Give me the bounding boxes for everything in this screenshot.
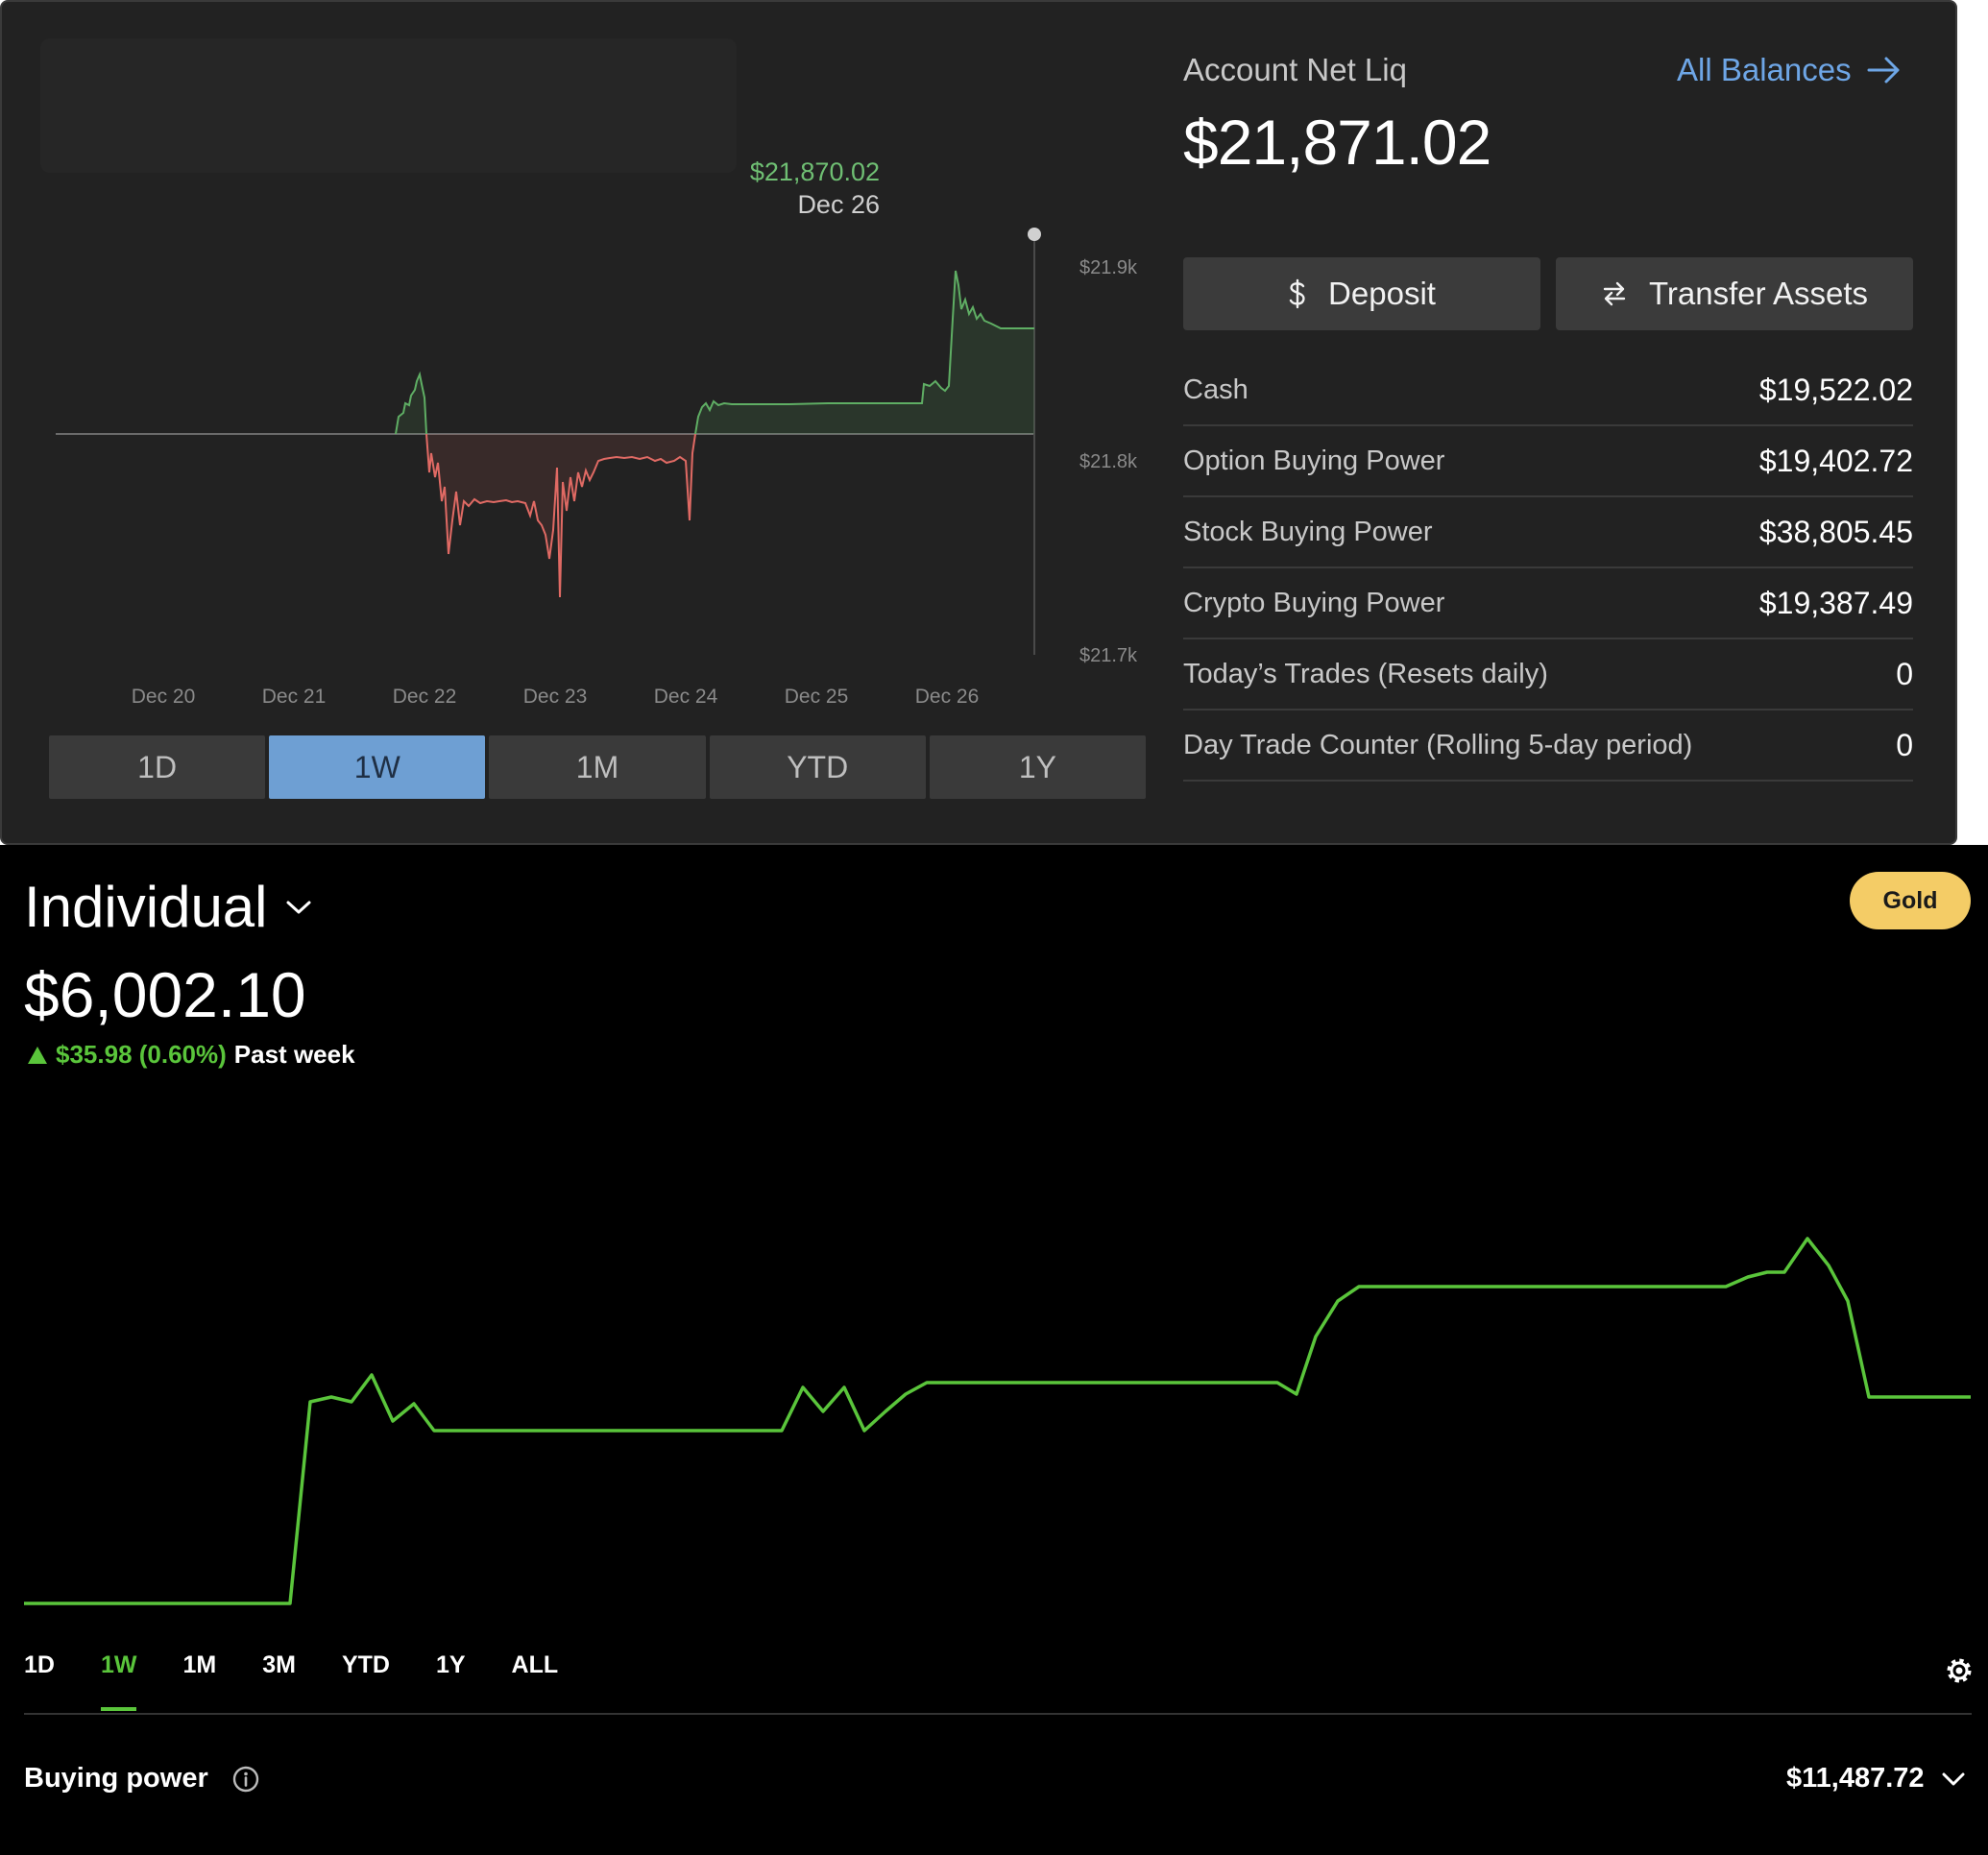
balance-row-option-buying-power: Option Buying Power $19,402.72 [1183,426,1913,497]
range-button-1m[interactable]: 1M [182,1651,216,1699]
range-selector: 1D 1W 1M YTD 1Y [49,735,1147,799]
gear-icon[interactable] [1943,1654,1976,1687]
balance-row-stock-buying-power: Stock Buying Power $38,805.45 [1183,497,1913,568]
account-net-liq-value: $21,871.02 [1183,107,1491,178]
triangle-up-icon [28,1046,47,1064]
divider [24,1713,1972,1715]
dollar-icon [1289,278,1305,309]
chevron-down-icon [1942,1772,1965,1785]
balance-label: Cash [1183,373,1249,405]
x-tick-label: Dec 26 [914,686,980,708]
chart-hover-date: Dec 26 [797,190,880,219]
range-button-ytd[interactable]: YTD [342,1651,390,1699]
range-button-ytd[interactable]: YTD [709,735,926,799]
transfer-assets-label: Transfer Assets [1648,276,1869,311]
y-tick-label: $21.9k [1079,257,1138,278]
all-balances-link[interactable]: All Balances [1677,52,1902,88]
range-button-all[interactable]: ALL [512,1651,559,1699]
portfolio-change: $35.98 (0.60%) Past week [27,1040,355,1070]
robinhood-panel: Individual $6,002.10 $35.98 (0.60%) Past… [0,845,1988,1855]
buying-power-dropdown[interactable]: $11,487.72 [1786,1763,1965,1795]
balance-row-cash: Cash $19,522.02 [1183,355,1913,426]
balance-value: 0 [1896,727,1913,762]
change-amount: $35.98 (0.60%) [56,1040,227,1069]
hover-dot [1028,228,1041,241]
change-period: Past week [233,1040,355,1069]
buying-power-label: Buying power [24,1763,208,1794]
transfer-assets-button[interactable]: Transfer Assets [1556,257,1913,330]
deposit-button[interactable]: Deposit [1183,257,1540,330]
x-tick-label: Dec 22 [392,686,457,708]
chart-hover-value: $21,870.02 [749,157,880,186]
account-name: Individual [24,875,268,939]
chevron-down-icon [286,901,311,913]
balance-label: Stock Buying Power [1183,516,1433,547]
portfolio-line [24,1237,1971,1605]
gold-badge[interactable]: Gold [1850,872,1971,929]
deposit-label: Deposit [1328,276,1436,311]
buying-power-row: Buying power [24,1763,260,1795]
x-tick-label: Dec 23 [522,686,588,708]
balance-list: Cash $19,522.02 Option Buying Power $19,… [1183,355,1913,782]
range-button-1d[interactable]: 1D [49,735,266,799]
balance-value: $19,522.02 [1758,372,1913,407]
balance-row-todays-trades: Today’s Trades (Resets daily) 0 [1183,639,1913,711]
tastytrade-panel: $21,870.02 Dec 26 $21.9k $21.8k $21.7k D… [0,0,1957,845]
arrow-right-icon [1867,57,1900,84]
range-button-3m[interactable]: 3M [262,1651,296,1699]
x-tick-label: Dec 21 [261,686,327,708]
gain-area [695,271,1034,434]
all-balances-label: All Balances [1677,52,1852,87]
x-tick-label: Dec 20 [131,686,196,708]
balance-label: Today’s Trades (Resets daily) [1183,658,1548,689]
range-selector: 1D 1W 1M 3M YTD 1Y ALL [24,1651,604,1711]
x-tick-label: Dec 25 [784,686,849,708]
buying-power-value: $11,487.72 [1786,1763,1925,1794]
x-tick-label: Dec 24 [653,686,718,708]
balance-value: $19,387.49 [1758,585,1913,620]
balance-value: $19,402.72 [1758,443,1913,478]
account-net-liq-title: Account Net Liq [1183,52,1407,87]
balance-label: Day Trade Counter (Rolling 5-day period) [1183,729,1693,760]
transfer-arrows-icon [1603,281,1626,306]
range-button-1y[interactable]: 1Y [929,735,1147,799]
range-button-1w[interactable]: 1W [269,735,486,799]
balance-label: Crypto Buying Power [1183,587,1445,618]
range-button-1w[interactable]: 1W [100,1651,136,1711]
y-tick-label: $21.7k [1079,645,1138,666]
range-button-1d[interactable]: 1D [24,1651,55,1699]
range-button-1m[interactable]: 1M [489,735,706,799]
info-icon[interactable] [231,1765,260,1794]
portfolio-value: $6,002.10 [24,959,306,1030]
range-button-1y[interactable]: 1Y [436,1651,466,1699]
net-liq-chart[interactable] [2,2,1154,847]
balance-value: $38,805.45 [1758,514,1913,549]
balance-row-crypto-buying-power: Crypto Buying Power $19,387.49 [1183,568,1913,639]
y-tick-label: $21.8k [1079,451,1138,472]
account-selector[interactable]: Individual [24,874,312,940]
balance-value: 0 [1896,656,1913,691]
balance-row-day-trade-counter: Day Trade Counter (Rolling 5-day period)… [1183,711,1913,782]
balance-label: Option Buying Power [1183,445,1445,476]
